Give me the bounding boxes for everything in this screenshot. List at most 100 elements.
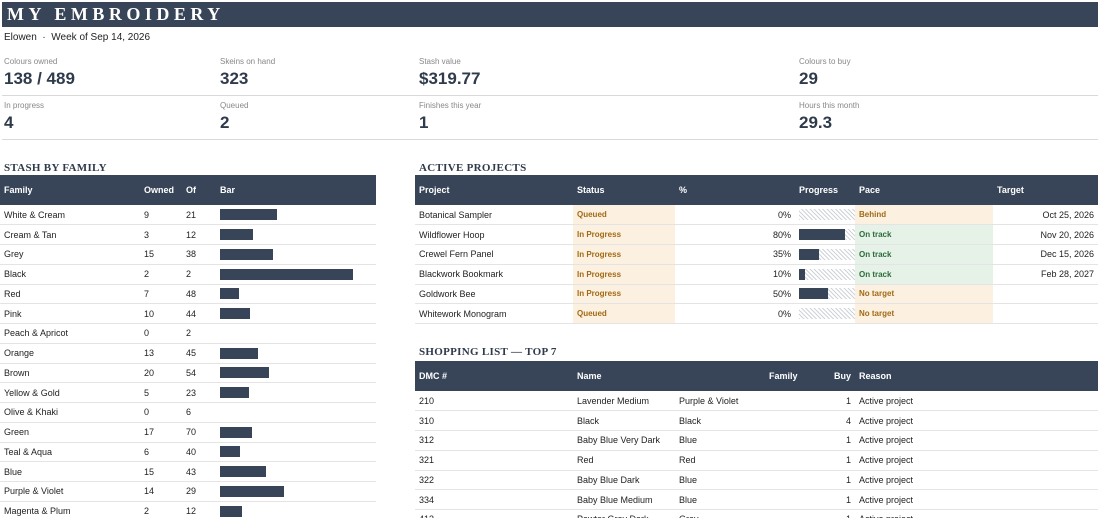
progress-track: [799, 229, 855, 241]
bar-track: [220, 248, 360, 260]
table-row[interactable]: Blackwork Bookmark In Progress 10% On track…: [415, 264, 1098, 285]
project-cell: Whitework Monogram: [415, 303, 573, 324]
col-header-pace[interactable]: Pace: [855, 175, 993, 205]
of-cell: 12: [182, 501, 216, 518]
owned-cell: 0: [140, 323, 182, 344]
dmc-cell: 413: [415, 509, 573, 518]
family-cell: Yellow & Gold: [0, 382, 140, 403]
table-row[interactable]: Purple & Violet 14 29: [0, 481, 376, 502]
table-row[interactable]: Orange 13 45: [0, 343, 376, 364]
reason-cell: Active project: [855, 410, 1098, 431]
table-row[interactable]: 322 Baby Blue Dark Blue 1 Active project: [415, 470, 1098, 491]
table-row[interactable]: 334 Baby Blue Medium Blue 1 Active project: [415, 489, 1098, 510]
col-header-of[interactable]: Of: [182, 175, 216, 205]
table-row[interactable]: Blue 15 43: [0, 461, 376, 482]
owned-cell: 3: [140, 224, 182, 245]
dmc-cell: 312: [415, 430, 573, 451]
project-cell: Crewel Fern Panel: [415, 244, 573, 265]
buy-cell: 1: [825, 430, 855, 451]
reason-cell: Active project: [855, 391, 1098, 412]
bar-track: [220, 367, 360, 379]
table-row[interactable]: Whitework Monogram Queued 0% No target: [415, 303, 1098, 324]
dmc-cell: 322: [415, 470, 573, 491]
family-cell: Blue: [675, 470, 765, 491]
bar-fill: [220, 308, 251, 320]
table-row[interactable]: 210 Lavender Medium Purple & Violet 1 Active…: [415, 391, 1098, 412]
bar-track: [220, 308, 360, 320]
table-row[interactable]: Yellow & Gold 5 23: [0, 382, 376, 403]
kpi-divider: [2, 139, 1098, 140]
stash-header-row: Family Owned Of Bar: [0, 175, 376, 205]
col-header-percent[interactable]: %: [675, 175, 795, 205]
family-cell: Blue: [675, 430, 765, 451]
table-row[interactable]: White & Cream 9 21: [0, 205, 376, 226]
family-cell: Blue: [0, 461, 140, 482]
shopping-table: DMC # Name Family Buy Reason 210 Lavender…: [415, 361, 1098, 518]
table-row[interactable]: Goldwork Bee In Progress 50% No target: [415, 284, 1098, 305]
family-cell: Grey: [675, 509, 765, 518]
week-label: Week of Sep 14, 2026: [51, 32, 151, 43]
family-cell: Black: [675, 410, 765, 431]
bar-fill: [220, 485, 285, 497]
table-row[interactable]: Magenta & Plum 2 12: [0, 501, 376, 518]
col-header-reason[interactable]: Reason: [855, 361, 1098, 391]
of-cell: 29: [182, 481, 216, 502]
family-cell: Peach & Apricot: [0, 323, 140, 344]
name-cell: Baby Blue Very Dark: [573, 430, 675, 451]
spacer-cell: [765, 430, 825, 451]
table-row[interactable]: 312 Baby Blue Very Dark Blue 1 Active projec…: [415, 430, 1098, 451]
bar-track: [220, 505, 360, 517]
col-header-owned[interactable]: Owned: [140, 175, 182, 205]
table-row[interactable]: Grey 15 38: [0, 244, 376, 265]
col-header-status[interactable]: Status: [573, 175, 675, 205]
buy-cell: 1: [825, 509, 855, 518]
progress-track: [799, 248, 855, 260]
table-row[interactable]: Black 2 2: [0, 264, 376, 285]
dmc-cell: 334: [415, 489, 573, 510]
family-cell: Cream & Tan: [0, 224, 140, 245]
family-cell: Orange: [0, 343, 140, 364]
col-header-buy[interactable]: Buy: [825, 361, 855, 391]
of-cell: 21: [182, 205, 216, 226]
col-header-family[interactable]: Family: [765, 361, 825, 391]
table-row[interactable]: Red 7 48: [0, 284, 376, 305]
table-row[interactable]: Brown 20 54: [0, 363, 376, 384]
table-row[interactable]: Cream & Tan 3 12: [0, 224, 376, 245]
owned-cell: 5: [140, 382, 182, 403]
table-row[interactable]: Pink 10 44: [0, 303, 376, 324]
family-cell: Black: [0, 264, 140, 285]
col-header-project[interactable]: Project: [415, 175, 573, 205]
table-row[interactable]: Wildflower Hoop In Progress 80% On track Nov…: [415, 224, 1098, 245]
bar-fill: [220, 387, 249, 399]
table-row[interactable]: 310 Black Black 4 Active project: [415, 410, 1098, 431]
table-row[interactable]: 321 Red Red 1 Active project: [415, 450, 1098, 471]
pace-badge: Behind: [855, 205, 993, 226]
spacer-cell: [765, 450, 825, 471]
col-header-dmc[interactable]: DMC #: [415, 361, 573, 391]
table-row[interactable]: Crewel Fern Panel In Progress 35% On track D…: [415, 244, 1098, 265]
table-row[interactable]: Botanical Sampler Queued 0% Behind Oct 25, 2…: [415, 205, 1098, 226]
kpi-finishes-this-year: Finishes this year 1: [419, 101, 481, 133]
col-header-bar[interactable]: Bar: [216, 175, 376, 205]
bar-track: [220, 466, 360, 478]
bar-track: [220, 288, 360, 300]
kpi-label: In progress: [4, 101, 45, 110]
kpi-label: Colours owned: [4, 57, 58, 66]
col-header-name[interactable]: Name: [573, 361, 675, 391]
bar-fill: [220, 248, 273, 260]
table-row[interactable]: Green 17 70: [0, 422, 376, 443]
reason-cell: Active project: [855, 470, 1098, 491]
col-header-progress[interactable]: Progress: [795, 175, 855, 205]
table-row[interactable]: Teal & Aqua 6 40: [0, 442, 376, 463]
buy-cell: 1: [825, 489, 855, 510]
table-row[interactable]: 413Pewter Gray DarkGrey 1Active project: [415, 509, 1098, 518]
col-header-target[interactable]: Target: [993, 175, 1098, 205]
projects-header-row: Project Status % Progress Pace Target: [415, 175, 1098, 205]
percent-cell: 35%: [675, 244, 795, 265]
page-title: MY EMBROIDERY: [2, 2, 1098, 27]
col-header-family[interactable]: Family: [0, 175, 140, 205]
project-cell: Blackwork Bookmark: [415, 264, 573, 285]
table-row[interactable]: Peach & Apricot 0 2: [0, 323, 376, 344]
table-row[interactable]: Olive & Khaki 0 6: [0, 402, 376, 423]
bar-cell: [216, 205, 376, 226]
